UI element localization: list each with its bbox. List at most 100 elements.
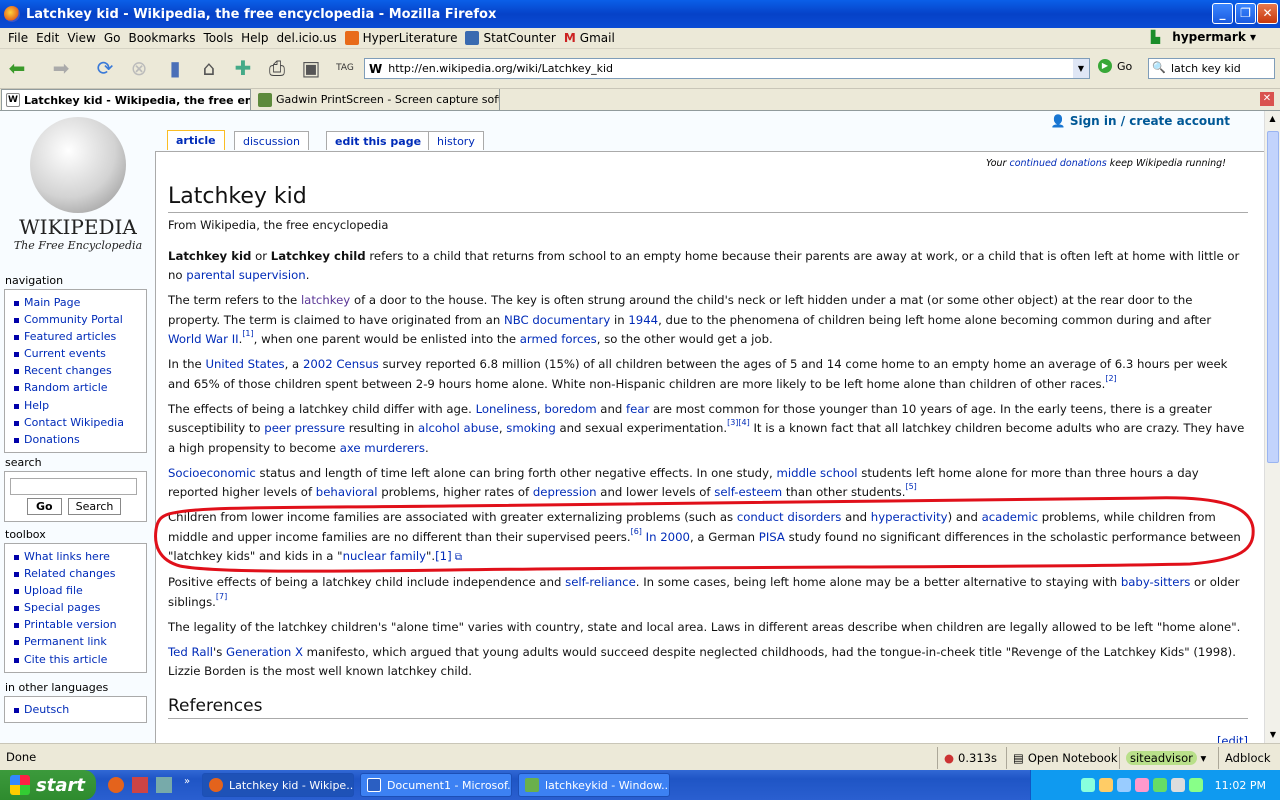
- link-academic[interactable]: academic: [982, 510, 1038, 524]
- bookmark-gmail[interactable]: M Gmail: [564, 31, 615, 45]
- menu-help[interactable]: Help: [241, 31, 268, 45]
- open-notebook-button[interactable]: ▤ Open Notebook: [1006, 747, 1118, 769]
- link-fear[interactable]: fear: [626, 402, 649, 416]
- quicklaunch-icon[interactable]: [156, 777, 172, 793]
- section-edit-link[interactable]: [edit]: [1217, 734, 1248, 743]
- tab-discussion[interactable]: discussion: [234, 131, 310, 150]
- maximize-button[interactable]: ❐: [1235, 3, 1256, 24]
- screenshot-icon[interactable]: ▣: [298, 55, 324, 81]
- wiki-go-button[interactable]: Go: [27, 498, 62, 515]
- volume-icon[interactable]: [1170, 778, 1185, 792]
- link-peer-pressure[interactable]: peer pressure: [264, 421, 345, 435]
- donations-link[interactable]: continued donations: [1010, 158, 1107, 169]
- citation-1[interactable]: [1]: [242, 329, 253, 338]
- tab-history[interactable]: history: [428, 131, 484, 150]
- sidebar-item-current-events[interactable]: Current events: [10, 345, 142, 362]
- toolbox-what-links-here[interactable]: What links here: [10, 548, 142, 565]
- wiki-search-button[interactable]: Search: [67, 498, 122, 515]
- sidebar-item-main-page[interactable]: Main Page: [10, 294, 142, 311]
- tab-article[interactable]: article: [167, 130, 225, 150]
- bookmarks-sidebar-icon[interactable]: ▮: [162, 55, 188, 81]
- tray-icon[interactable]: [1080, 778, 1095, 792]
- tray-icon[interactable]: [1116, 778, 1131, 792]
- link-2002-census[interactable]: 2002 Census: [303, 357, 379, 371]
- url-bar[interactable]: W http://en.wikipedia.org/wiki/Latchkey_…: [364, 58, 1090, 79]
- link-self-reliance[interactable]: self-reliance: [565, 575, 636, 589]
- link-baby-sitters[interactable]: baby-sitters: [1121, 575, 1191, 589]
- sidebar-item-contact[interactable]: Contact Wikipedia: [10, 414, 142, 431]
- link-middle-school[interactable]: middle school: [776, 466, 857, 480]
- wiki-search-input[interactable]: [10, 478, 137, 495]
- start-button[interactable]: start: [0, 770, 96, 800]
- menu-bookmarks[interactable]: Bookmarks: [128, 31, 195, 45]
- toolbox-permanent-link[interactable]: Permanent link: [10, 633, 142, 650]
- citation-7[interactable]: [7]: [216, 592, 227, 601]
- close-tab-icon[interactable]: ✕: [1260, 92, 1274, 106]
- link-pisa[interactable]: PISA: [759, 530, 785, 544]
- print-icon[interactable]: ⎙: [264, 55, 290, 81]
- tray-icon[interactable]: [1134, 778, 1149, 792]
- citation-2[interactable]: [2]: [1105, 374, 1116, 383]
- minimize-button[interactable]: _: [1212, 3, 1233, 24]
- link-conduct-disorders[interactable]: conduct disorders: [737, 510, 842, 524]
- sidebar-item-recent-changes[interactable]: Recent changes: [10, 362, 142, 379]
- menu-view[interactable]: View: [67, 31, 95, 45]
- toolbox-printable-version[interactable]: Printable version: [10, 616, 142, 633]
- link-united-states[interactable]: United States: [205, 357, 284, 371]
- citation-3-4[interactable]: [3][4]: [727, 418, 750, 427]
- link-world-war-ii[interactable]: World War II: [168, 332, 239, 346]
- add-bookmark-icon[interactable]: ✚: [230, 55, 256, 81]
- toolbox-cite[interactable]: Cite this article: [10, 651, 142, 668]
- tag-button[interactable]: TAG: [332, 55, 358, 81]
- link-axe-murderers[interactable]: axe murderers: [340, 441, 425, 455]
- go-button[interactable]: ▶ Go: [1098, 59, 1132, 73]
- tray-icon[interactable]: [1098, 778, 1113, 792]
- link-generation-x[interactable]: Generation X: [226, 645, 303, 659]
- tab-latchkey[interactable]: W Latchkey kid - Wikipedia, the free enc.…: [1, 89, 251, 110]
- url-dropdown-icon[interactable]: ▼: [1073, 59, 1089, 78]
- search-engine-box[interactable]: 🔍 latch key kid: [1148, 58, 1275, 79]
- menu-go[interactable]: Go: [104, 31, 121, 45]
- paint-quicklaunch-icon[interactable]: [132, 777, 148, 793]
- quicklaunch-expand-icon[interactable]: »: [184, 776, 190, 787]
- menu-tools[interactable]: Tools: [204, 31, 234, 45]
- link-ted-rall[interactable]: Ted Rall: [168, 645, 213, 659]
- citation-5[interactable]: [5]: [905, 482, 916, 491]
- link-loneliness[interactable]: Loneliness: [476, 402, 537, 416]
- home-icon[interactable]: ⌂: [196, 55, 222, 81]
- link-smoking[interactable]: smoking: [506, 421, 555, 435]
- toolbox-related-changes[interactable]: Related changes: [10, 565, 142, 582]
- toolbox-special-pages[interactable]: Special pages: [10, 599, 142, 616]
- link-armed-forces[interactable]: armed forces: [520, 332, 597, 346]
- back-icon[interactable]: ⬅: [4, 55, 30, 81]
- link-nbc-documentary[interactable]: NBC documentary: [504, 313, 610, 327]
- link-self-esteem[interactable]: self-esteem: [714, 485, 782, 499]
- stop-icon[interactable]: ⊗: [126, 55, 152, 81]
- taskbar-word[interactable]: Document1 - Microsof...: [360, 773, 512, 797]
- firefox-quicklaunch-icon[interactable]: [108, 777, 124, 793]
- taskbar-firefox[interactable]: Latchkey kid - Wikipe...: [202, 773, 354, 797]
- wikipedia-logo[interactable]: WIKIPEDIA The Free Encyclopedia: [8, 113, 148, 273]
- toolbox-upload-file[interactable]: Upload file: [10, 582, 142, 599]
- language-deutsch[interactable]: Deutsch: [10, 701, 142, 718]
- sidebar-item-community-portal[interactable]: Community Portal: [10, 311, 142, 328]
- close-window-button[interactable]: ✕: [1257, 3, 1278, 24]
- clock[interactable]: 11:02 PM: [1215, 779, 1266, 792]
- menu-edit[interactable]: Edit: [36, 31, 59, 45]
- sidebar-item-donations[interactable]: Donations: [10, 431, 142, 448]
- sidebar-item-help[interactable]: Help: [10, 397, 142, 414]
- external-link-1[interactable]: [1]: [435, 549, 452, 563]
- vertical-scrollbar[interactable]: ▲ ▼: [1264, 111, 1280, 743]
- reload-icon[interactable]: ⟳: [92, 55, 118, 81]
- link-nuclear-family[interactable]: nuclear family: [343, 549, 426, 563]
- scroll-down-icon[interactable]: ▼: [1265, 727, 1280, 743]
- link-socioeconomic[interactable]: Socioeconomic: [168, 466, 256, 480]
- bookmark-statcounter[interactable]: StatCounter: [465, 31, 556, 45]
- menu-delicious[interactable]: del.icio.us: [276, 31, 336, 45]
- tab-edit-this-page[interactable]: edit this page: [326, 131, 431, 150]
- signin-link[interactable]: 👤 Sign in / create account: [1051, 114, 1230, 128]
- link-hyperactivity[interactable]: hyperactivity: [871, 510, 948, 524]
- tab-gadwin[interactable]: Gadwin PrintScreen - Screen capture soft…: [254, 89, 500, 110]
- adblock-button[interactable]: Adblock: [1218, 747, 1270, 769]
- menu-file[interactable]: File: [8, 31, 28, 45]
